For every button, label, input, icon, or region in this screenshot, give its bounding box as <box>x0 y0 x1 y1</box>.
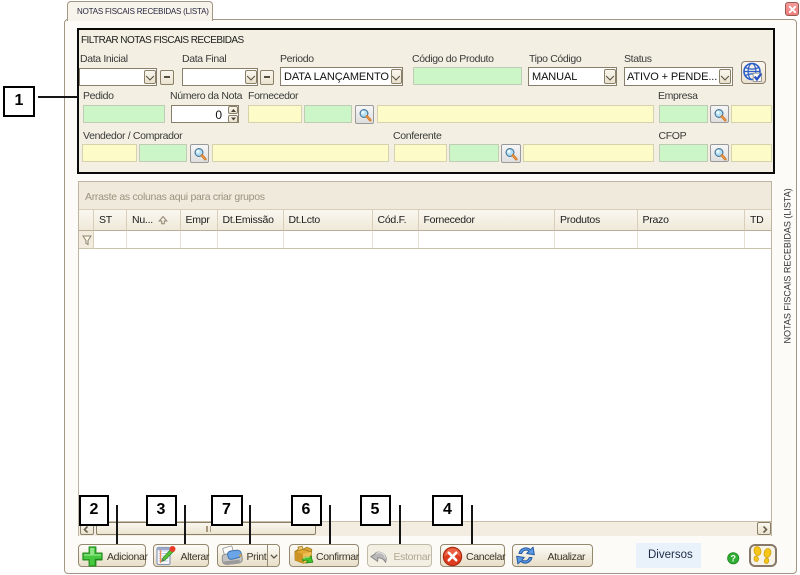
svg-text:?: ? <box>730 553 736 563</box>
